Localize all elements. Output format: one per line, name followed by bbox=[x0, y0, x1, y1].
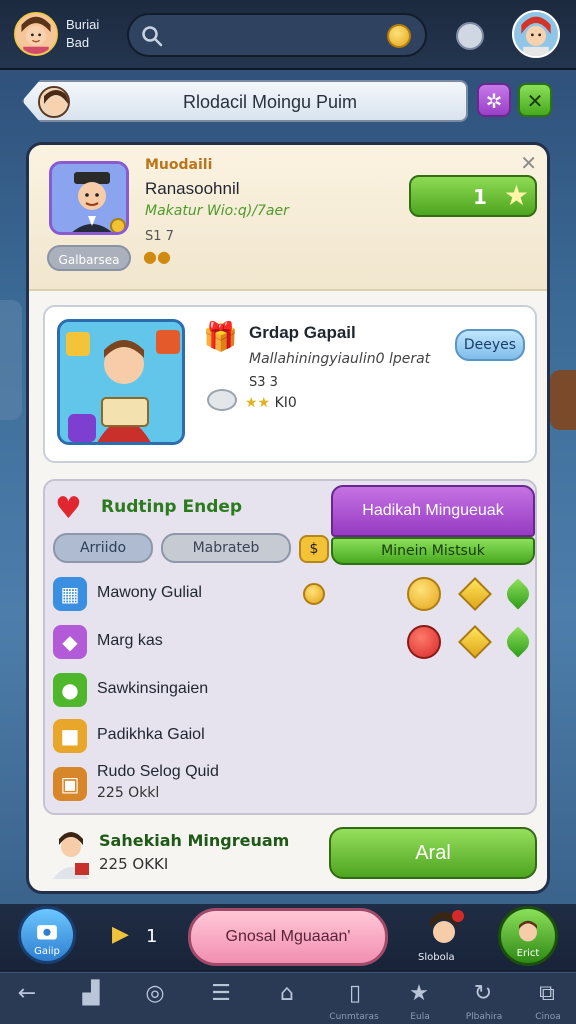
apple-icon: ● bbox=[53, 673, 87, 707]
profile-header: ✕ Galbarsea Muodaili Ranasoohnil Makatur… bbox=[29, 145, 547, 291]
task-list-title: Rudtinp Endep bbox=[101, 497, 243, 517]
user-name-line2: Bad bbox=[66, 35, 90, 50]
list-item[interactable]: ◆ Marg kas bbox=[53, 623, 534, 663]
panel-close-icon[interactable]: ✕ bbox=[520, 151, 537, 175]
user-name-line1: Buriai bbox=[66, 17, 100, 32]
profile-name: Ranasoohnil bbox=[145, 179, 240, 198]
star-nav-icon[interactable]: ★ bbox=[394, 980, 444, 1008]
background-decoration bbox=[0, 300, 22, 420]
compass-icon[interactable]: ◎ bbox=[130, 980, 180, 1008]
reward-stat: S3 3 bbox=[249, 375, 278, 390]
coin-reward-icon[interactable] bbox=[407, 577, 441, 611]
list-item-label: Padikhka Gaiol bbox=[97, 726, 205, 743]
list-item[interactable]: ● Sawkinsingaien bbox=[53, 671, 533, 711]
friend-avatar[interactable] bbox=[512, 10, 560, 58]
main-action-button[interactable]: Gnosal Mguaaan' bbox=[188, 908, 388, 966]
leaf-icon[interactable] bbox=[502, 578, 534, 610]
reward-title: Grdap Gapail bbox=[249, 323, 356, 342]
main-panel: ✕ Galbarsea Muodaili Ranasoohnil Makatur… bbox=[26, 142, 550, 894]
list-item[interactable]: ▣ Rudo Selog Quid 225 Okkl bbox=[53, 761, 533, 809]
reward-subtitle: Mallahiningyiaulin0 lperat bbox=[249, 351, 431, 367]
list-item-label: Mawony Gulial bbox=[97, 584, 202, 601]
star-icon: ★ bbox=[503, 179, 529, 212]
reward-rating: ★★ KI0 bbox=[245, 395, 297, 411]
nav-label: Eula bbox=[410, 1012, 430, 1022]
home-button-label: Gaiip bbox=[34, 946, 60, 957]
reward-rating-value: KI0 bbox=[274, 395, 297, 411]
mic-icon[interactable] bbox=[456, 22, 484, 50]
close-icon[interactable]: ✕ bbox=[518, 83, 552, 117]
title-text: Rlodacil Moingu Puim bbox=[182, 92, 358, 112]
red-coin-icon[interactable] bbox=[407, 625, 441, 659]
background-decoration bbox=[550, 370, 576, 430]
gear-icon[interactable]: ✲ bbox=[477, 83, 511, 117]
footer-sub: 225 OKKI bbox=[99, 855, 169, 873]
claim-button[interactable]: Aral bbox=[329, 827, 537, 879]
list-item[interactable]: ■ Padikhka Gaiol bbox=[53, 717, 533, 757]
search-icon bbox=[142, 26, 163, 47]
coin-icon[interactable] bbox=[387, 24, 411, 48]
promo-banner[interactable]: Hadikah Mingueuak bbox=[331, 485, 535, 537]
list-item-label: Rudo Selog Quid bbox=[97, 763, 219, 780]
user-name: Buriai Bad bbox=[66, 16, 99, 52]
back-icon[interactable]: ← bbox=[2, 980, 52, 1008]
search-bar[interactable] bbox=[127, 13, 427, 57]
box-icon: ■ bbox=[53, 719, 87, 753]
star-icon: ★★ bbox=[245, 395, 271, 411]
profile-button[interactable]: Erict bbox=[498, 906, 558, 966]
level-value: 1 bbox=[473, 185, 487, 209]
leaf-icon[interactable] bbox=[502, 626, 534, 658]
profile-status: Makatur Wio:q)/7aer bbox=[145, 203, 289, 219]
title-bar[interactable]: Rlodacil Moingu Puim bbox=[22, 80, 468, 122]
profile-label: Muodaili bbox=[145, 157, 213, 173]
reward-card-image[interactable] bbox=[57, 319, 185, 445]
footer-title: Sahekiah Mingreuam bbox=[99, 831, 290, 850]
list-item-label: Sawkinsingaien bbox=[97, 680, 209, 697]
play-icon[interactable]: ▶ bbox=[112, 922, 129, 948]
diamond-icon[interactable] bbox=[458, 577, 492, 611]
tab-a[interactable]: Arriido bbox=[53, 533, 153, 563]
gift-icon: ▣ bbox=[53, 767, 87, 801]
nav-label: Plbahira bbox=[465, 1012, 503, 1022]
profile-portrait[interactable] bbox=[49, 161, 129, 235]
play-count: 1 bbox=[146, 926, 158, 947]
title-avatar bbox=[38, 86, 70, 118]
list-item[interactable]: ▦ Mawony Gulial bbox=[53, 575, 534, 615]
coin-icon[interactable]: $ bbox=[299, 535, 329, 563]
list-item-sub: 225 Okkl bbox=[97, 785, 160, 801]
heart-icon: ♥ bbox=[55, 491, 82, 526]
coin-stack-icon: ●● bbox=[143, 247, 171, 266]
home-button[interactable]: Gaiip bbox=[18, 906, 76, 964]
nav-label: Cinoa bbox=[535, 1012, 561, 1022]
gauge-icon bbox=[207, 389, 237, 411]
coin-icon bbox=[303, 583, 325, 605]
diamond-icon[interactable] bbox=[458, 625, 492, 659]
promo-button[interactable]: Minein Mistsuk bbox=[331, 537, 535, 565]
cube-icon: ◆ bbox=[53, 625, 87, 659]
footer-row: Sahekiah Mingreuam 225 OKKI Aral bbox=[43, 827, 537, 887]
profile-title-pill: Galbarsea bbox=[47, 245, 131, 271]
friend-label: Slobola bbox=[418, 952, 455, 963]
level-button[interactable]: 1 ★ bbox=[409, 175, 537, 217]
home-icon[interactable]: ⌂ bbox=[262, 980, 312, 1008]
profile-stat: S1 7 bbox=[145, 229, 174, 244]
footer-avatar bbox=[53, 832, 89, 879]
nav-label: Cunmtaras bbox=[329, 1012, 379, 1022]
map-icon: ▦ bbox=[53, 577, 87, 611]
menu-icon[interactable]: ☰ bbox=[196, 980, 246, 1008]
book-icon[interactable]: ▯ bbox=[330, 980, 380, 1008]
reward-button[interactable]: Deeyes bbox=[455, 329, 525, 361]
refresh-icon[interactable]: ↻ bbox=[458, 980, 508, 1008]
task-list: ♥ Rudtinp Endep Arriido Mabrateb $ Hadik… bbox=[43, 479, 537, 815]
list-item-label: Marg kas bbox=[97, 632, 163, 649]
reward-card: 🎁 Grdap Gapail Mallahiningyiaulin0 lpera… bbox=[43, 305, 537, 463]
user-avatar[interactable] bbox=[14, 12, 58, 56]
profile-button-label: Erict bbox=[516, 948, 540, 959]
treasure-chest-icon: 🎁 bbox=[203, 320, 238, 353]
friend-avatar[interactable] bbox=[422, 908, 466, 952]
chart-icon[interactable]: ▟ bbox=[66, 980, 116, 1008]
tab-b[interactable]: Mabrateb bbox=[161, 533, 291, 563]
window-icon[interactable]: ⧉ bbox=[522, 980, 572, 1008]
